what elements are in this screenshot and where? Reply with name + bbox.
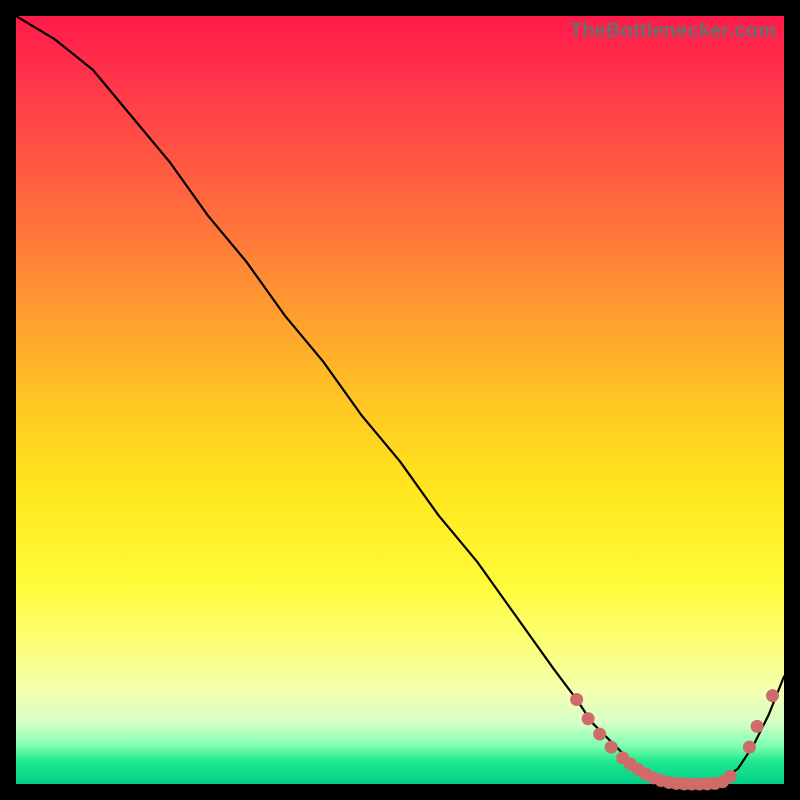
plot-area: TheBottlenecker.com [16,16,784,784]
data-marker [751,720,763,732]
marker-group [571,690,779,790]
bottleneck-curve [16,16,784,784]
data-marker [766,690,778,702]
data-marker [743,741,755,753]
data-marker [582,713,594,725]
data-marker [571,694,583,706]
data-marker [594,728,606,740]
data-marker [605,741,617,753]
data-marker [724,770,736,782]
chart-frame: TheBottlenecker.com [16,16,784,784]
chart-svg [16,16,784,784]
